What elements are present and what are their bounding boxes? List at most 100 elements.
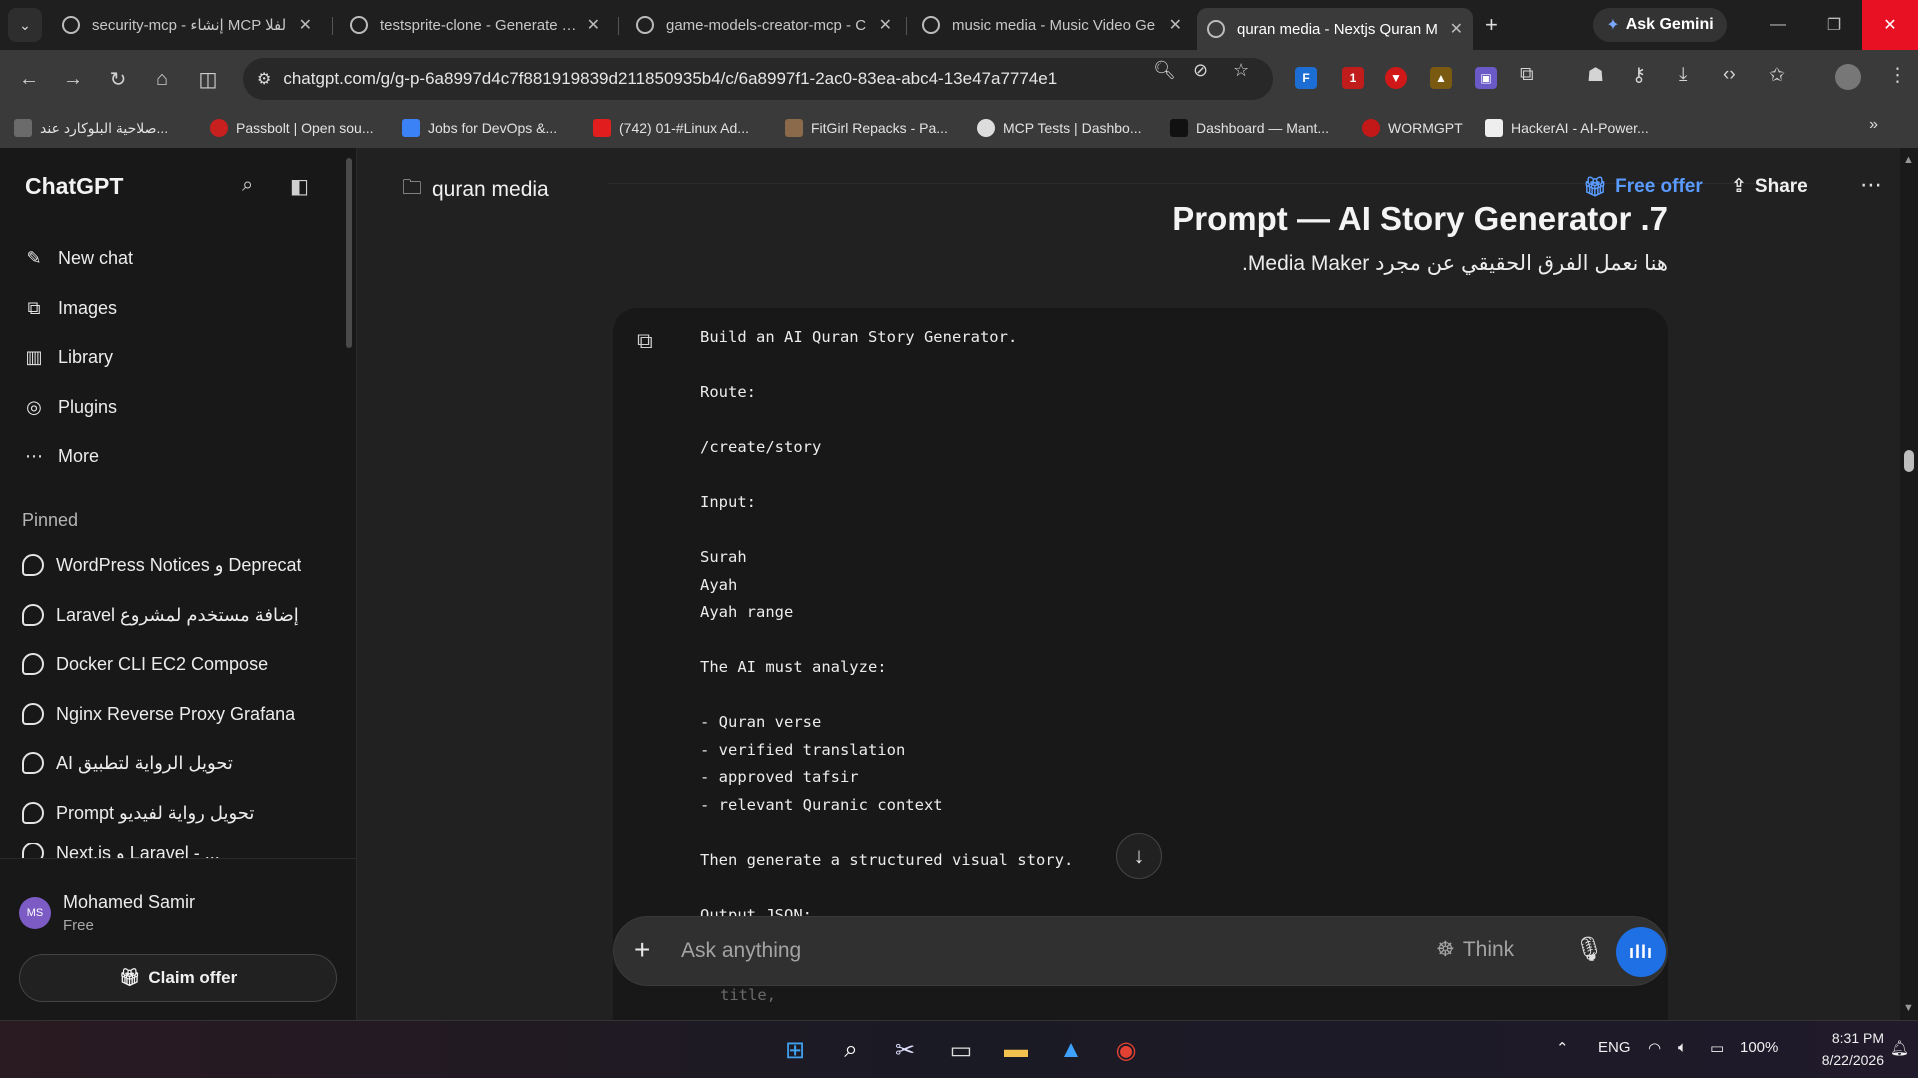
brand-title[interactable]: ChatGPT — [25, 173, 123, 200]
window-close-button[interactable]: ✕ — [1862, 0, 1918, 50]
new-tab-button[interactable]: + — [1485, 12, 1498, 38]
user-name[interactable]: Mohamed Samir — [63, 892, 195, 913]
plugins-nav-item[interactable]: ◎ Plugins — [22, 387, 117, 427]
home-button[interactable]: ⌂ — [147, 64, 177, 94]
extension-icon[interactable]: ▲ — [1430, 67, 1452, 89]
library-nav-item[interactable]: ▥ Library — [22, 337, 113, 377]
bookmark-item[interactable]: MCP Tests | Dashbo... — [977, 116, 1142, 140]
close-icon[interactable]: ✕ — [299, 15, 312, 35]
site-settings-icon[interactable]: ⚙ — [257, 69, 271, 89]
close-icon[interactable]: ✕ — [1169, 15, 1182, 35]
battery-icon[interactable]: ▭ — [1710, 1039, 1724, 1057]
bookmark-item[interactable]: Jobs for DevOps &... — [402, 116, 557, 140]
reload-button[interactable]: ↻ — [103, 64, 133, 94]
close-icon[interactable]: ✕ — [1450, 19, 1463, 39]
bookmark-item[interactable]: Dashboard — Mant... — [1170, 116, 1329, 140]
app-icon[interactable]: ▲ — [1054, 1033, 1088, 1067]
project-breadcrumb[interactable]: 🗀 quran media — [402, 173, 549, 207]
bookmark-star-icon[interactable]: ☆ — [1233, 60, 1249, 81]
forward-button[interactable]: → — [58, 64, 88, 94]
plus-icon[interactable]: + — [634, 934, 650, 966]
pinned-chat-item[interactable]: Prompt تحويل رواية لفيديو — [22, 793, 322, 833]
file-explorer-icon[interactable]: ▬ — [999, 1033, 1033, 1067]
free-offer-button[interactable]: 🎁︎ Free offer — [1583, 175, 1703, 199]
profile-avatar-icon[interactable] — [1835, 64, 1861, 90]
scroll-down-arrow-icon[interactable]: ▼ — [1903, 1002, 1914, 1014]
extension-badge-icon[interactable]: 1 — [1342, 67, 1364, 89]
more-bookmarks-button[interactable]: » — [1869, 116, 1878, 134]
microphone-icon[interactable]: 🎙︎ — [1574, 935, 1604, 964]
notification-icon[interactable]: 🔔︎ — [1890, 1039, 1909, 1057]
page-scrollbar[interactable]: ▲ ▼ — [1900, 148, 1918, 1020]
scrollbar-thumb[interactable] — [1904, 450, 1914, 472]
pinned-chat-item[interactable]: AI تحويل الرواية لتطبيق — [22, 743, 322, 783]
close-icon[interactable]: ✕ — [879, 15, 892, 35]
extension-icon[interactable]: ▣ — [1475, 67, 1497, 89]
new-chat-button[interactable]: ✎ New chat — [22, 238, 133, 278]
language-indicator[interactable]: ENG — [1598, 1039, 1631, 1056]
pinned-chat-item[interactable]: Docker CLI EC2 Compose — [22, 644, 322, 684]
terminal-icon[interactable]: ▭ — [944, 1033, 978, 1067]
search-icon[interactable]: ⌕ — [242, 174, 253, 197]
think-button[interactable]: ☸ Think — [1436, 937, 1514, 962]
pinned-chat-item[interactable]: Nginx Reverse Proxy Grafana — [22, 694, 322, 734]
code-icon[interactable]: ‹› — [1723, 64, 1736, 86]
chevron-up-icon[interactable]: ⌃ — [1556, 1039, 1569, 1057]
clock-date[interactable]: 8/22/2026 — [1784, 1052, 1884, 1068]
extension-icon[interactable]: ▼ — [1385, 67, 1407, 89]
prompt-input[interactable]: Ask anything — [681, 939, 801, 963]
back-button[interactable]: ← — [14, 64, 44, 94]
openai-favicon-icon — [350, 16, 368, 34]
sidebar-toggle-icon[interactable]: ◧ — [290, 174, 309, 199]
voice-mode-button[interactable]: ıllı — [1616, 927, 1666, 977]
copy-icon[interactable]: ⧉ — [637, 328, 653, 354]
code-line: Route: — [700, 383, 756, 401]
images-nav-item[interactable]: ⧉ Images — [22, 288, 117, 328]
conversation-options-button[interactable]: ⋯ — [1860, 172, 1882, 198]
bookmarks-star-icon[interactable]: ✩ — [1769, 64, 1785, 87]
zoom-icon[interactable]: 🔍︎ — [1153, 60, 1176, 81]
close-icon[interactable]: ✕ — [587, 15, 600, 35]
scroll-up-arrow-icon[interactable]: ▲ — [1903, 154, 1914, 166]
share-button[interactable]: ⇪ Share — [1731, 175, 1808, 198]
split-view-button[interactable]: ◫ — [193, 64, 223, 94]
kebab-menu-icon[interactable]: ⋮ — [1888, 64, 1907, 87]
incognito-icon[interactable]: ☗ — [1587, 64, 1604, 87]
volume-icon[interactable]: 🔈︎ — [1678, 1039, 1687, 1056]
download-icon[interactable]: ⤓ — [1679, 64, 1687, 86]
windows-start-icon[interactable]: ⊞ — [778, 1033, 812, 1067]
bookmark-item[interactable]: صلاحية البلوكارد عند... — [14, 116, 168, 140]
tab-quran-media[interactable]: quran media - Nextjs Quran M ✕ — [1197, 8, 1473, 50]
bookmark-item[interactable]: WORMGPT — [1362, 116, 1463, 140]
minimize-button[interactable]: — — [1748, 0, 1808, 50]
search-icon[interactable]: ⌕ — [834, 1033, 868, 1067]
tab-separator — [332, 17, 333, 35]
address-bar[interactable]: ⚙ chatgpt.com/g/g-p-6a8997d4c7f881919839… — [243, 58, 1273, 100]
eye-slash-icon[interactable]: ⊘ — [1193, 60, 1208, 81]
bookmark-item[interactable]: HackerAI - AI-Power... — [1485, 116, 1649, 140]
snipping-tool-icon[interactable]: ✂ — [888, 1033, 922, 1067]
clock-time[interactable]: 8:31 PM — [1800, 1030, 1884, 1046]
pinned-chat-item[interactable]: WordPress Notices و Deprecat — [22, 545, 322, 585]
tab-game-models[interactable]: game-models-creator-mcp - C ✕ — [626, 8, 902, 42]
tab-testsprite-clone[interactable]: testsprite-clone - Generate Te ✕ — [340, 8, 610, 42]
wifi-icon[interactable]: ◠ — [1648, 1039, 1661, 1057]
chrome-icon[interactable]: ◉ — [1109, 1033, 1143, 1067]
sidebar-scrollbar[interactable] — [346, 158, 352, 348]
pinned-chat-item[interactable]: Laravel إضافة مستخدم لمشروع — [22, 595, 322, 635]
scroll-to-bottom-button[interactable]: ↓ — [1116, 833, 1162, 879]
extensions-puzzle-icon[interactable]: ⧉ — [1520, 64, 1534, 86]
avatar[interactable]: MS — [19, 897, 51, 929]
key-icon[interactable]: ⚷ — [1632, 64, 1646, 87]
bookmark-item[interactable]: FitGirl Repacks - Pa... — [785, 116, 948, 140]
more-nav-item[interactable]: ⋯ More — [22, 436, 99, 476]
ask-gemini-button[interactable]: ✦ Ask Gemini — [1593, 8, 1727, 42]
tab-music-media[interactable]: music media - Music Video Ge ✕ — [912, 8, 1192, 42]
bookmark-item[interactable]: Passbolt | Open sou... — [210, 116, 374, 140]
tab-search-button[interactable]: ⌄ — [8, 8, 42, 42]
tab-security-mcp[interactable]: security-mcp - إنشاء MCP لفلا ✕ — [52, 8, 322, 42]
extension-icon[interactable]: F — [1295, 67, 1317, 89]
restore-button[interactable]: ❐ — [1804, 0, 1864, 50]
claim-offer-button[interactable]: 🎁︎ Claim offer — [19, 954, 337, 1002]
bookmark-item[interactable]: (742) 01-#Linux Ad... — [593, 116, 749, 140]
